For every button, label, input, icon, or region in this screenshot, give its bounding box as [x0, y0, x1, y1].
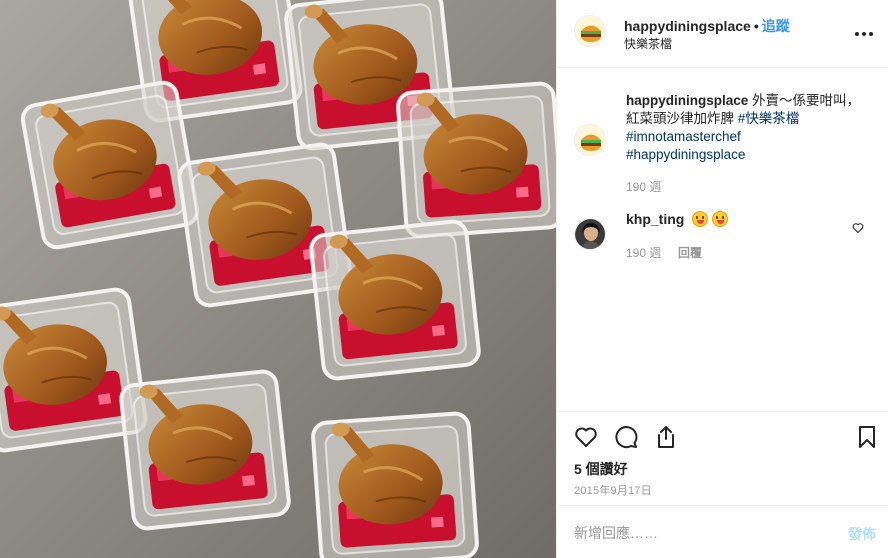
- comment-timestamp[interactable]: 190 週: [626, 244, 661, 261]
- comment-icon[interactable]: [614, 425, 638, 449]
- yum-emoji-icon: [692, 211, 709, 227]
- likes-count[interactable]: 5 個讚好: [574, 459, 628, 479]
- burger-logo-icon: [575, 125, 605, 155]
- yum-emoji-icon: [712, 211, 729, 227]
- post-comment-button[interactable]: 發佈: [848, 524, 876, 544]
- post-photo[interactable]: [0, 0, 557, 558]
- hashtag-link[interactable]: #imnotamasterchef: [626, 129, 741, 144]
- commenter-username[interactable]: khp_ting: [626, 211, 684, 227]
- comments-list[interactable]: happydiningsplace 外賣～係要咁叫，紅菜頭沙律加炸脾 #快樂茶檔…: [558, 68, 888, 411]
- commenter-avatar[interactable]: [574, 218, 606, 250]
- action-bar: 5 個讚好 2015年9月17日: [558, 411, 888, 505]
- add-comment-section: 發佈: [558, 505, 888, 558]
- post-sidebar: happydiningsplace • 追蹤 快樂茶檔 happydiningspl…: [558, 0, 888, 558]
- reply-button[interactable]: 回覆: [678, 244, 702, 261]
- post-date[interactable]: 2015年9月17日: [574, 482, 652, 498]
- caption-text: happydiningsplace 外賣～係要咁叫，紅菜頭沙律加炸脾 #快樂茶檔…: [626, 92, 871, 164]
- separator-dot: •: [753, 18, 759, 34]
- hashtag-link[interactable]: #快樂茶檔: [738, 111, 800, 126]
- comment-like-heart-icon[interactable]: [852, 222, 864, 234]
- share-icon[interactable]: [654, 425, 678, 449]
- header-username-line: happydiningsplace • 追蹤: [624, 16, 790, 36]
- location-link[interactable]: 快樂茶檔: [624, 35, 672, 52]
- comment-text: khp_ting: [626, 211, 729, 227]
- caption-username[interactable]: happydiningsplace: [626, 93, 748, 108]
- bookmark-icon[interactable]: [855, 425, 879, 449]
- header-username[interactable]: happydiningsplace: [624, 18, 751, 34]
- burger-logo-icon: [575, 16, 605, 46]
- follow-button[interactable]: 追蹤: [762, 18, 790, 34]
- more-options-icon[interactable]: [854, 24, 874, 44]
- fried-chicken-photo: [0, 0, 556, 558]
- caption-avatar[interactable]: [574, 124, 606, 156]
- post-header: happydiningsplace • 追蹤 快樂茶檔: [558, 0, 888, 68]
- heart-icon[interactable]: [574, 425, 598, 449]
- avatar[interactable]: [574, 15, 606, 47]
- hashtag-link[interactable]: #happydiningsplace: [626, 147, 745, 162]
- user-photo-icon: [575, 219, 605, 249]
- caption-timestamp[interactable]: 190 週: [626, 178, 661, 195]
- comment-input[interactable]: [574, 523, 814, 543]
